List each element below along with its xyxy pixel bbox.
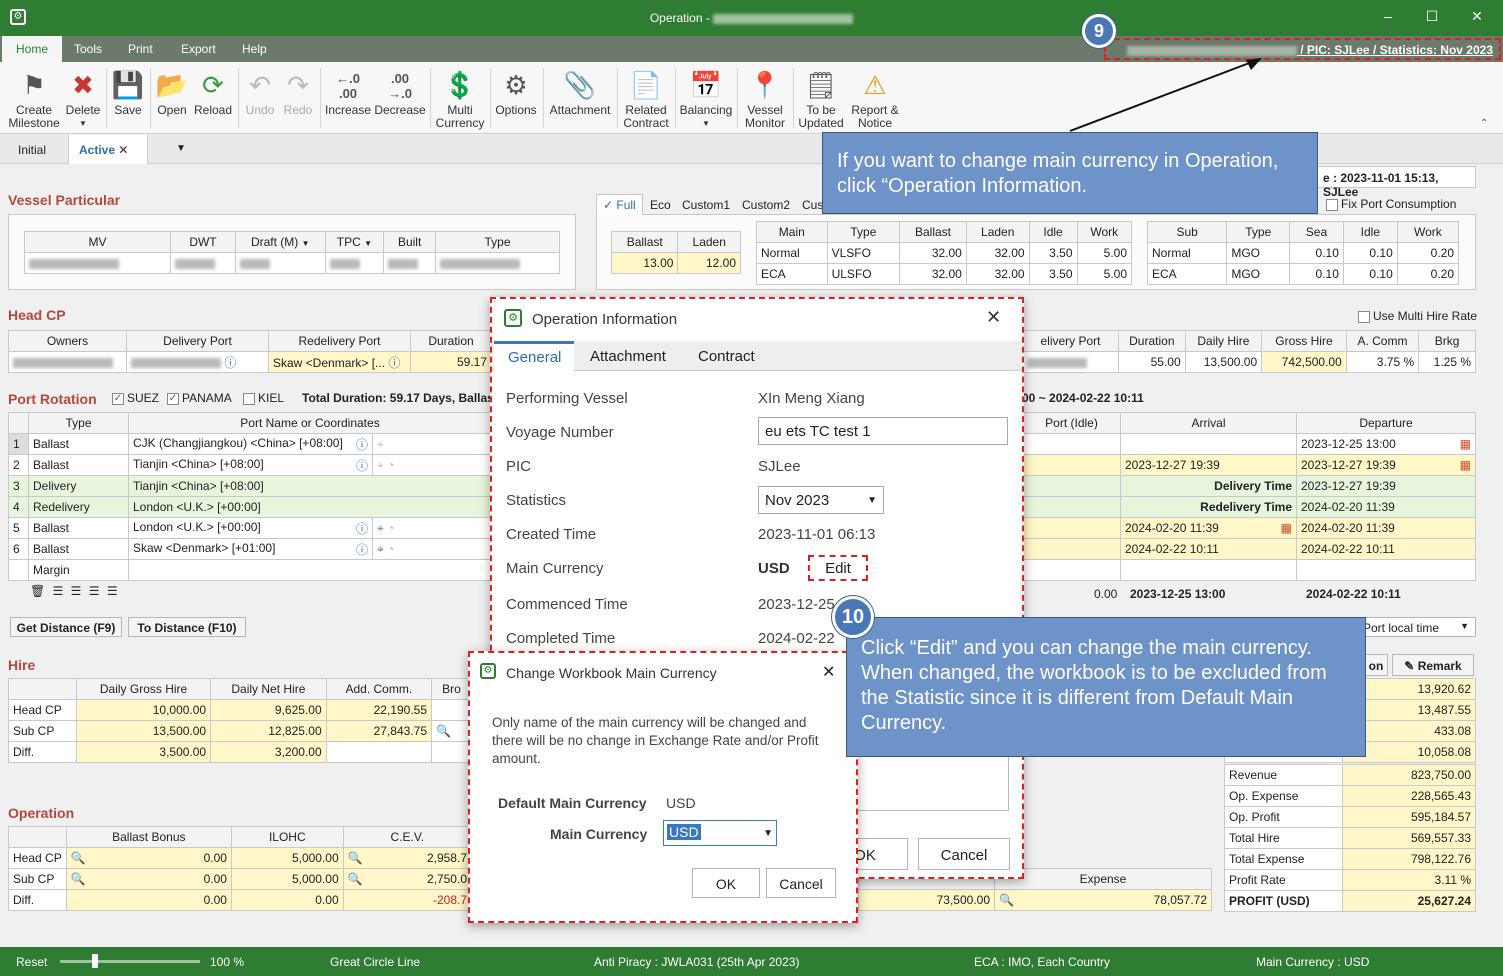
callout-operation-information: If you want to change main currency in O… [822, 132, 1318, 214]
callout-edit-currency: Click “Edit” and you can change the main… [846, 617, 1366, 757]
step-badge-10: 10 [832, 596, 874, 638]
step-badge-9: 9 [1082, 14, 1116, 48]
